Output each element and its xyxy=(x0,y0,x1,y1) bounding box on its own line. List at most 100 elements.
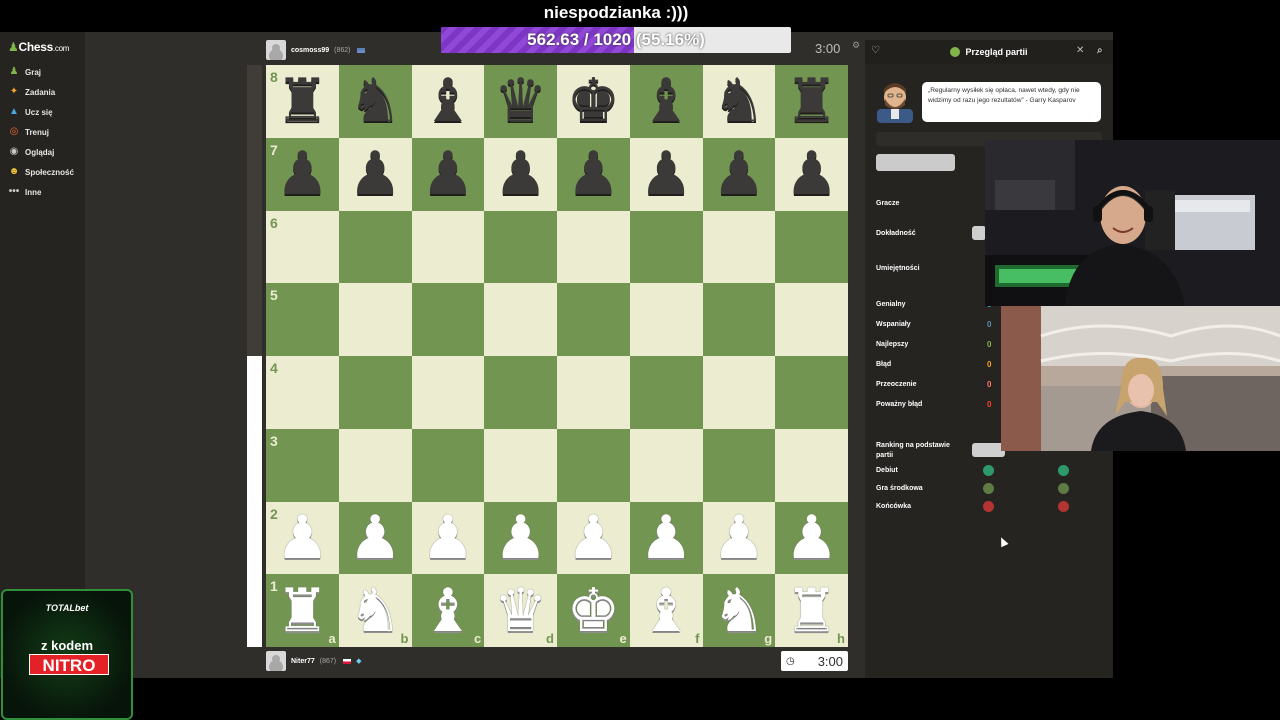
square-e6[interactable] xyxy=(557,210,630,284)
white-pawn-icon[interactable]: ♟ xyxy=(712,508,766,568)
square-a5[interactable]: 5 xyxy=(266,283,339,356)
square-c3[interactable] xyxy=(411,428,485,502)
square-h7[interactable]: ♟ xyxy=(775,137,848,211)
sidebar-item-4[interactable]: ◉ Oglądaj xyxy=(8,144,55,160)
sidebar-item-2[interactable]: ▲ Ucz się xyxy=(8,104,53,120)
white-pawn-icon[interactable]: ♟ xyxy=(566,508,620,568)
square-c7[interactable]: ♟ xyxy=(411,137,485,211)
black-pawn-icon[interactable]: ♟ xyxy=(421,144,475,204)
white-rook-icon[interactable]: ♜ xyxy=(275,581,329,641)
black-knight-icon[interactable]: ♞ xyxy=(348,71,402,131)
square-e7[interactable]: ♟ xyxy=(557,137,630,211)
square-a1[interactable]: 1 a ♜ xyxy=(266,574,339,647)
white-pawn-icon[interactable]: ♟ xyxy=(639,508,693,568)
square-f4[interactable] xyxy=(629,356,703,429)
square-f1[interactable]: f ♝ xyxy=(629,574,703,647)
square-d3[interactable] xyxy=(484,428,557,502)
square-f8[interactable]: ♝ xyxy=(629,65,703,138)
square-h2[interactable]: ♟ xyxy=(775,501,848,575)
search-icon[interactable]: ⌕ xyxy=(1097,45,1103,56)
white-king-icon[interactable]: ♚ xyxy=(566,581,620,641)
square-b1[interactable]: b ♞ xyxy=(338,574,412,647)
square-g4[interactable] xyxy=(702,356,776,429)
player-tab-button[interactable] xyxy=(876,154,955,171)
top-player-name[interactable]: cosmoss99 xyxy=(291,47,329,54)
square-b2[interactable]: ♟ xyxy=(338,501,412,575)
black-rook-icon[interactable]: ♜ xyxy=(275,71,329,131)
square-c6[interactable] xyxy=(411,210,485,284)
square-g7[interactable]: ♟ xyxy=(702,137,776,211)
square-f5[interactable] xyxy=(629,283,703,356)
top-player-avatar[interactable] xyxy=(266,40,286,60)
black-pawn-icon[interactable]: ♟ xyxy=(785,144,839,204)
white-knight-icon[interactable]: ♞ xyxy=(712,581,766,641)
square-d1[interactable]: d ♛ xyxy=(484,574,557,647)
square-e8[interactable]: ♚ xyxy=(557,65,630,138)
square-d7[interactable]: ♟ xyxy=(484,137,557,211)
square-c2[interactable]: ♟ xyxy=(411,501,485,575)
square-b6[interactable] xyxy=(338,210,412,284)
square-a7[interactable]: 7 ♟ xyxy=(266,137,339,211)
square-c1[interactable]: c ♝ xyxy=(411,574,485,647)
sidebar-item-6[interactable]: ••• Inne xyxy=(8,184,42,200)
black-queen-icon[interactable]: ♛ xyxy=(494,71,548,131)
square-e3[interactable] xyxy=(557,428,630,502)
square-b4[interactable] xyxy=(338,356,412,429)
pin-icon[interactable]: ✕ xyxy=(1076,45,1084,56)
square-a8[interactable]: 8 ♜ xyxy=(266,65,339,138)
square-b5[interactable] xyxy=(338,283,412,356)
black-bishop-icon[interactable]: ♝ xyxy=(421,71,475,131)
square-d5[interactable] xyxy=(484,283,557,356)
chess-logo[interactable]: ♟Chess.com xyxy=(8,40,69,54)
black-pawn-icon[interactable]: ♟ xyxy=(348,144,402,204)
square-d2[interactable]: ♟ xyxy=(484,501,557,575)
board-settings-gear-icon[interactable]: ⚙ xyxy=(852,40,860,51)
white-knight-icon[interactable]: ♞ xyxy=(348,581,402,641)
white-queen-icon[interactable]: ♛ xyxy=(494,581,548,641)
square-a4[interactable]: 4 xyxy=(266,356,339,429)
square-g2[interactable]: ♟ xyxy=(702,501,776,575)
square-a6[interactable]: 6 xyxy=(266,210,339,284)
black-pawn-icon[interactable]: ♟ xyxy=(712,144,766,204)
white-bishop-icon[interactable]: ♝ xyxy=(421,581,475,641)
square-g1[interactable]: g ♞ xyxy=(702,574,776,647)
square-d4[interactable] xyxy=(484,356,557,429)
black-pawn-icon[interactable]: ♟ xyxy=(494,144,548,204)
square-e5[interactable] xyxy=(557,283,630,356)
bottom-player-avatar[interactable] xyxy=(266,651,286,671)
black-king-icon[interactable]: ♚ xyxy=(566,71,620,131)
square-e1[interactable]: e ♚ xyxy=(557,574,630,647)
square-f6[interactable] xyxy=(629,210,703,284)
square-a3[interactable]: 3 xyxy=(266,428,339,502)
square-b3[interactable] xyxy=(338,428,412,502)
square-d6[interactable] xyxy=(484,210,557,284)
square-h1[interactable]: h ♜ xyxy=(775,574,848,647)
black-rook-icon[interactable]: ♜ xyxy=(785,71,839,131)
sidebar-item-1[interactable]: ✦ Zadania xyxy=(8,84,55,100)
square-a2[interactable]: 2 ♟ xyxy=(266,501,339,575)
black-pawn-icon[interactable]: ♟ xyxy=(566,144,620,204)
black-pawn-icon[interactable]: ♟ xyxy=(275,144,329,204)
square-g8[interactable]: ♞ xyxy=(702,65,776,138)
sidebar-item-5[interactable]: ☻ Społeczność xyxy=(8,164,74,180)
bottom-player-name[interactable]: Niter77 xyxy=(291,658,315,665)
square-f7[interactable]: ♟ xyxy=(629,137,703,211)
black-bishop-icon[interactable]: ♝ xyxy=(639,71,693,131)
square-g6[interactable] xyxy=(702,210,776,284)
heart-icon[interactable]: ♡ xyxy=(871,45,880,56)
white-pawn-icon[interactable]: ♟ xyxy=(421,508,475,568)
square-h3[interactable] xyxy=(775,428,848,502)
white-pawn-icon[interactable]: ♟ xyxy=(494,508,548,568)
square-h6[interactable] xyxy=(775,210,848,284)
square-g5[interactable] xyxy=(702,283,776,356)
white-pawn-icon[interactable]: ♟ xyxy=(785,508,839,568)
white-pawn-icon[interactable]: ♟ xyxy=(348,508,402,568)
square-c5[interactable] xyxy=(411,283,485,356)
square-f2[interactable]: ♟ xyxy=(629,501,703,575)
square-h5[interactable] xyxy=(775,283,848,356)
black-pawn-icon[interactable]: ♟ xyxy=(639,144,693,204)
square-e4[interactable] xyxy=(557,356,630,429)
square-h4[interactable] xyxy=(775,356,848,429)
sidebar-item-0[interactable]: ♟ Graj xyxy=(8,64,42,80)
chess-board[interactable]: 8 ♜ ♞ ♝ ♛ ♚ ♝ ♞ ♜ 7 ♟ ♟ ♟ ♟ ♟ ♟ ♟ ♟ 6 5 4 3 2 ♟ ♟ ♟ ♟ ♟ ♟ ♟ ♟ 1 a ♜ b ♞ c ♝ d ♛… xyxy=(266,65,848,647)
